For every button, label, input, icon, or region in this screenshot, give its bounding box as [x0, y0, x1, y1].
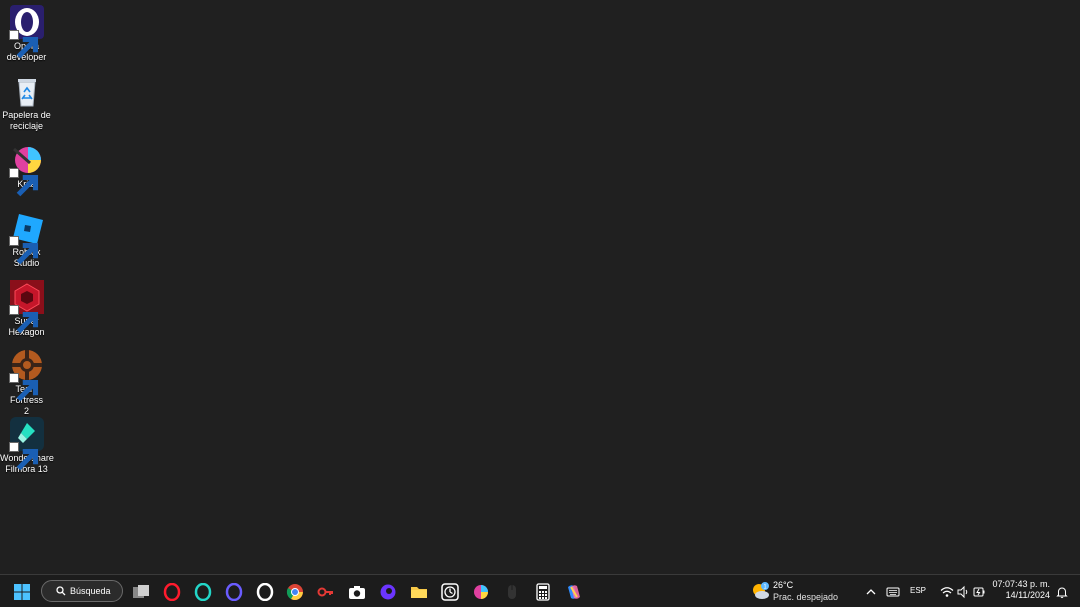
task-view-icon — [133, 585, 149, 598]
opera-developer-icon — [256, 583, 274, 601]
chevron-up-icon — [866, 589, 876, 595]
filmora-icon — [8, 417, 44, 471]
taskbar-calculator[interactable] — [533, 582, 553, 602]
battery-charging-icon — [973, 587, 985, 597]
taskbar-file-explorer[interactable] — [409, 582, 429, 602]
wifi-icon — [940, 587, 954, 597]
taskbar-colorful-app[interactable] — [471, 582, 491, 602]
calculator-icon — [536, 583, 550, 601]
taskbar-camera[interactable] — [347, 582, 367, 602]
speaker-icon — [957, 585, 968, 599]
super-hexagon-icon — [8, 280, 44, 334]
taskbar-clock-app[interactable] — [440, 582, 460, 602]
copilot-icon — [568, 585, 580, 599]
shortcut-arrow-icon — [8, 30, 38, 59]
show-hidden-icons-button[interactable] — [864, 585, 878, 599]
touch-keyboard-button[interactable] — [886, 585, 900, 599]
taskbar-copilot[interactable] — [564, 582, 584, 602]
desktop-icon-team-fortress-2[interactable]: Team Fortress 2 — [0, 345, 53, 417]
start-button[interactable] — [12, 582, 32, 602]
battery-button[interactable] — [973, 585, 987, 599]
notifications-button[interactable] — [1055, 585, 1069, 599]
opera-icon — [163, 583, 181, 601]
desktop-icon-roblox-studio[interactable]: Roblox Studio — [0, 208, 53, 269]
windows-start-icon — [14, 584, 30, 600]
krita-icon — [8, 143, 44, 197]
search-icon — [56, 586, 66, 596]
search-label: Búsqueda — [70, 586, 111, 596]
clock-date: 14/11/2024 — [1005, 590, 1050, 600]
bell-icon — [1056, 587, 1068, 599]
desktop-icon-filmora[interactable]: Wondershare Filmora 13 — [0, 414, 54, 475]
mouse-app-icon — [508, 585, 516, 599]
taskbar-opera[interactable] — [162, 582, 182, 602]
taskbar-opera-gx[interactable] — [193, 582, 213, 602]
taskbar-opera-developer[interactable] — [255, 582, 275, 602]
network-button[interactable] — [940, 585, 954, 599]
shortcut-arrow-icon — [8, 236, 38, 265]
desktop-icon-krita[interactable]: Krita — [0, 140, 53, 197]
shortcut-arrow-icon — [8, 373, 38, 402]
key-app-icon — [317, 587, 333, 597]
recycle-bin-icon — [10, 74, 44, 108]
taskbar: Búsqueda 1 26°C Prac. despejado ESP 07:0… — [0, 574, 1080, 607]
shortcut-arrow-icon — [8, 168, 38, 197]
colorful-app-icon — [474, 585, 488, 599]
weather-temperature: 26°C — [773, 580, 794, 590]
desktop-icon-label: reciclaje — [9, 121, 43, 131]
weather-condition: Prac. despejado — [773, 592, 839, 602]
taskbar-clock[interactable]: 07:07:43 p. m. 14/11/2024 — [990, 579, 1050, 601]
clock-app-icon — [441, 583, 459, 601]
shortcut-arrow-icon — [8, 305, 38, 334]
clock-time: 07:07:43 p. m. — [992, 579, 1050, 589]
taskbar-mouse-app[interactable] — [502, 582, 522, 602]
sun-cloud-icon: 1 — [753, 582, 769, 599]
chrome-icon — [286, 584, 303, 601]
opera-gx-icon — [194, 583, 212, 601]
camera-icon — [349, 586, 365, 599]
file-explorer-icon — [411, 587, 427, 598]
taskbar-search[interactable]: Búsqueda — [41, 580, 123, 602]
team-fortress-2-icon — [8, 348, 44, 402]
shortcut-arrow-icon — [8, 442, 38, 471]
taskbar-opera-air[interactable] — [224, 582, 244, 602]
browser-app-icon — [380, 584, 396, 600]
desktop-icon-label: Papelera de — [2, 110, 51, 120]
desktop-icon-recycle-bin[interactable]: Papelera de reciclaje — [0, 71, 53, 132]
opera-developer-icon — [8, 5, 44, 59]
roblox-studio-icon — [8, 211, 44, 265]
taskbar-key-app[interactable] — [316, 582, 336, 602]
taskbar-chrome[interactable] — [285, 582, 305, 602]
input-language[interactable]: ESP — [910, 586, 926, 595]
volume-button[interactable] — [956, 585, 970, 599]
task-view-button[interactable] — [131, 582, 151, 602]
keyboard-icon — [886, 587, 900, 597]
desktop-icon-opera-developer[interactable]: Opera developer — [0, 2, 53, 63]
desktop-icon-super-hexagon[interactable]: Super Hexagon — [0, 277, 53, 338]
opera-air-icon — [225, 583, 243, 601]
taskbar-browser-app[interactable] — [378, 582, 398, 602]
